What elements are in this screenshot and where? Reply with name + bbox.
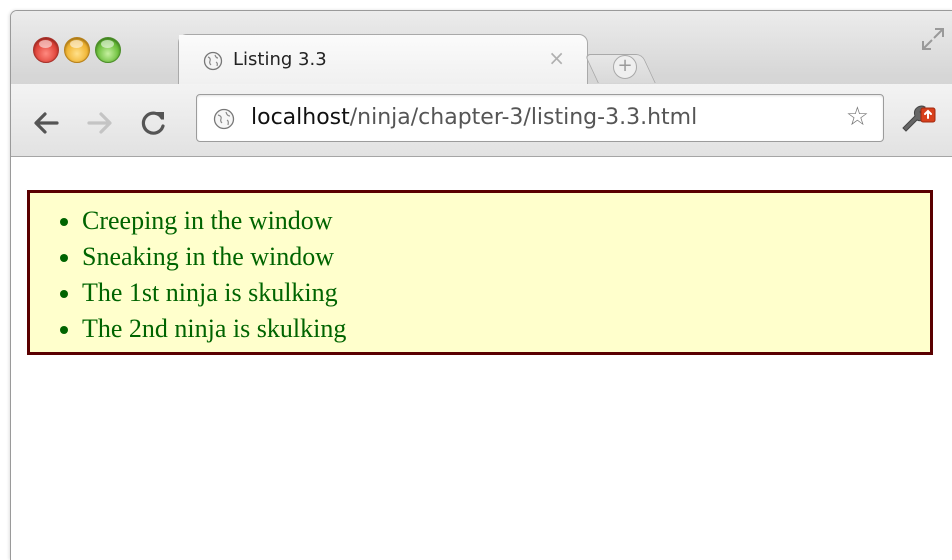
browser-toolbar: localhost/ninja/chapter-3/listing-3.3.ht… [11, 84, 952, 156]
tab-listing[interactable]: Listing 3.3 × [178, 34, 588, 85]
forward-arrow-icon[interactable] [85, 108, 115, 138]
ninja-list: Creeping in the window Sneaking in the w… [30, 193, 930, 347]
page-content: Creeping in the window Sneaking in the w… [11, 157, 952, 560]
minimize-window-button[interactable] [64, 37, 90, 63]
star-icon[interactable]: ☆ [846, 104, 869, 130]
globe-icon [203, 51, 223, 71]
back-arrow-icon[interactable] [31, 108, 61, 138]
list-item: Sneaking in the window [82, 239, 930, 275]
close-window-button[interactable] [33, 37, 59, 63]
url-host: localhost [251, 105, 350, 130]
wrench-icon[interactable] [899, 104, 939, 136]
ninja-list-container: Creeping in the window Sneaking in the w… [27, 190, 933, 355]
url-text[interactable]: localhost/ninja/chapter-3/listing-3.3.ht… [251, 105, 697, 130]
address-bar[interactable]: localhost/ninja/chapter-3/listing-3.3.ht… [196, 94, 884, 142]
tab-close-icon[interactable]: × [548, 46, 565, 70]
resize-icon[interactable] [919, 25, 947, 53]
zoom-window-button[interactable] [95, 37, 121, 63]
url-path: /ninja/chapter-3/listing-3.3.html [349, 105, 698, 130]
list-item: Creeping in the window [82, 203, 930, 239]
new-tab-plus-icon[interactable]: + [613, 55, 637, 79]
tab-title: Listing 3.3 [233, 49, 327, 70]
list-item: The 2nd ninja is skulking [82, 311, 930, 347]
site-info-icon[interactable] [213, 108, 235, 130]
browser-chrome: Listing 3.3 × + localhost/ninja/chapter-… [11, 11, 952, 157]
browser-window: Listing 3.3 × + localhost/ninja/chapter-… [10, 10, 952, 560]
list-item: The 1st ninja is skulking [82, 275, 930, 311]
reload-icon[interactable] [139, 108, 169, 138]
